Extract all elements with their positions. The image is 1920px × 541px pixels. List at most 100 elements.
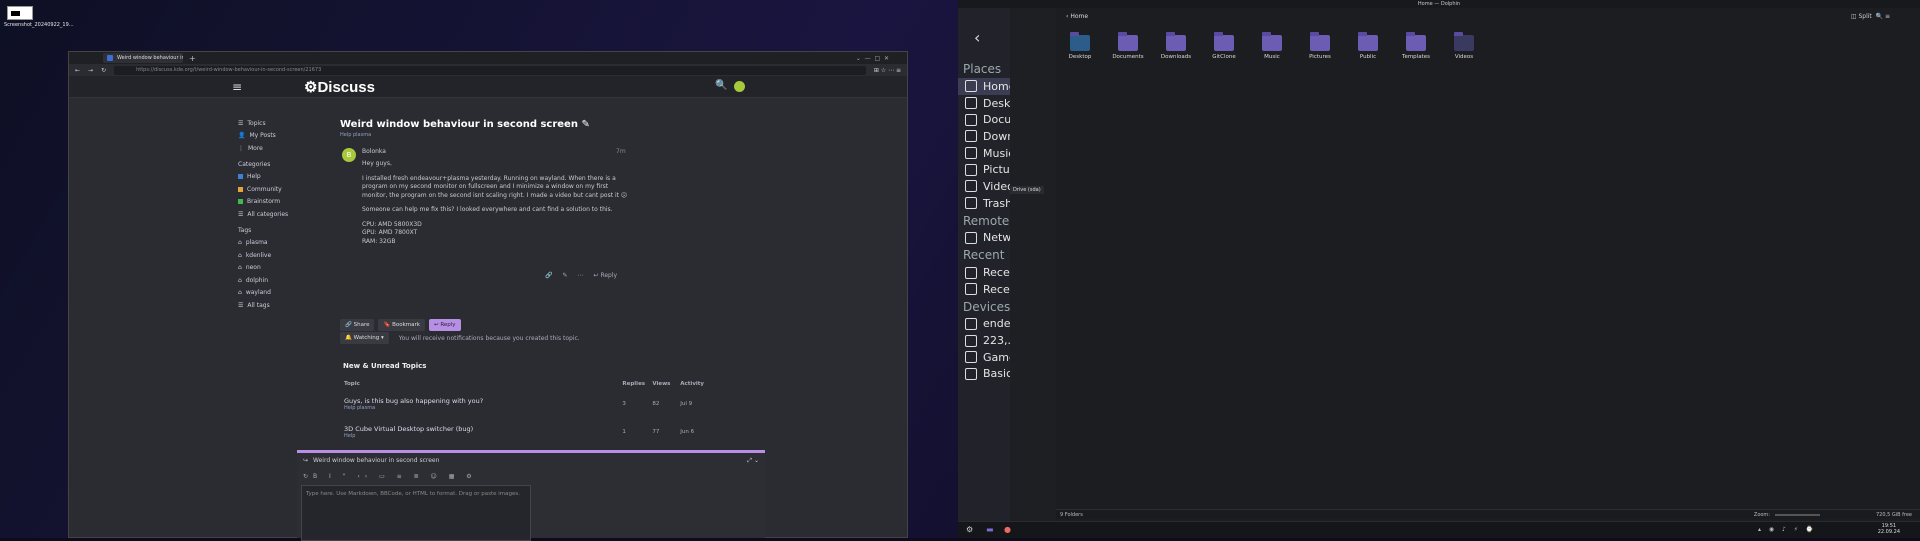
- folder-item[interactable]: GitClone: [1204, 32, 1244, 60]
- link-icon[interactable]: 🔗: [545, 272, 552, 279]
- sidebar-all-tags[interactable]: ☰ All tags: [235, 299, 335, 312]
- reply-to-icon[interactable]: ↪: [303, 457, 308, 464]
- forward-icon[interactable]: →: [88, 67, 93, 74]
- place-home[interactable]: Home: [958, 78, 1010, 95]
- post-reply-button[interactable]: ↩ Reply: [594, 272, 618, 279]
- row-title[interactable]: Guys, is this bug also happening with yo…: [344, 397, 622, 405]
- place-recent-files[interactable]: Recent Files: [958, 264, 1010, 281]
- app-launcher-icon[interactable]: ⚙: [966, 525, 973, 534]
- sidebar-tags-heading[interactable]: Tags: [235, 224, 335, 237]
- place-videos[interactable]: Videos: [958, 178, 1010, 195]
- status-folder-count: 9 Folders: [1060, 512, 1083, 518]
- home-icon: [965, 80, 977, 93]
- back-icon[interactable]: ←: [75, 67, 80, 74]
- folder-icon: [1214, 32, 1234, 51]
- col-topic[interactable]: Topic: [344, 378, 622, 390]
- place-pictures[interactable]: Pictures: [958, 161, 1010, 178]
- more-actions-icon[interactable]: ⋯: [578, 272, 584, 279]
- reload-icon[interactable]: ↻: [101, 67, 106, 74]
- folder-item[interactable]: Videos: [1444, 32, 1484, 60]
- extensions-icon[interactable]: ⊞ ☆ ⋯ ≡: [874, 67, 901, 74]
- sidebar-tag[interactable]: ⌂ plasma: [235, 237, 335, 250]
- device-item[interactable]: endeavouros: [958, 316, 1010, 333]
- watching-dropdown[interactable]: 🔔 Watching ▾: [340, 332, 389, 344]
- editor-textarea[interactable]: Type here. Use Markdown, BBCode, or HTML…: [301, 485, 531, 541]
- post-author-avatar[interactable]: B: [342, 148, 356, 162]
- desktop-folder-icon: [1070, 32, 1090, 51]
- new-tab-icon[interactable]: +: [189, 54, 196, 63]
- table-row[interactable]: 3D Cube Virtual Desktop switcher (bug) He…: [344, 418, 704, 446]
- drive-tooltip: Drive (sda): [1010, 186, 1044, 194]
- sidebar-item-more[interactable]: ⋮ More: [235, 142, 335, 155]
- table-row[interactable]: Guys, is this bug also happening with yo…: [344, 390, 704, 418]
- sidebar-tag[interactable]: ⌂ neon: [235, 262, 335, 275]
- sidebar-category-brainstorm[interactable]: Brainstorm: [235, 196, 335, 209]
- device-item[interactable]: Basic...: [958, 366, 1010, 383]
- post-author-name[interactable]: Bolonka: [362, 148, 386, 155]
- row-tags[interactable]: Help: [344, 433, 622, 439]
- col-replies[interactable]: Replies: [622, 378, 652, 390]
- zoom-slider[interactable]: [1775, 514, 1820, 516]
- sidebar-item-my-posts[interactable]: 👤 My Posts: [235, 130, 335, 143]
- col-activity[interactable]: Activity: [680, 378, 704, 390]
- clock[interactable]: 19:51 22.09.24: [1878, 523, 1900, 535]
- folder-item[interactable]: Documents: [1108, 32, 1148, 60]
- row-tags[interactable]: Help plasma: [344, 405, 622, 411]
- folder-item[interactable]: Pictures: [1300, 32, 1340, 60]
- sidebar-item-topics[interactable]: ☰ Topics: [235, 117, 335, 130]
- editor-toolbar[interactable]: ↻B I " ‹› ▭ ≡ ≣ ☺ ▦ ⚙: [303, 473, 477, 480]
- row-title[interactable]: 3D Cube Virtual Desktop switcher (bug): [344, 425, 622, 433]
- folder-item[interactable]: Templates: [1396, 32, 1436, 60]
- browser-tab-active[interactable]: Weird window behaviour in s...: [103, 53, 183, 63]
- folder-item[interactable]: Downloads: [1156, 32, 1196, 60]
- share-button[interactable]: 🔗 Share: [340, 319, 375, 331]
- reply-button[interactable]: ↩ Reply: [428, 319, 461, 331]
- place-documents[interactable]: Documents: [958, 111, 1010, 128]
- edit-post-icon[interactable]: ✎: [562, 272, 567, 279]
- place-music[interactable]: Music: [958, 145, 1010, 162]
- user-avatar[interactable]: [734, 81, 745, 92]
- sidebar-all-categories[interactable]: ☰ All categories: [235, 208, 335, 221]
- edit-icon[interactable]: ✎: [581, 119, 589, 130]
- place-downloads[interactable]: Downloads: [958, 128, 1010, 145]
- folder-item[interactable]: Public: [1348, 32, 1388, 60]
- folder-item[interactable]: Desktop: [1060, 32, 1100, 60]
- place-trash[interactable]: Trash: [958, 195, 1010, 212]
- breadcrumb[interactable]: ‹ Home: [1066, 13, 1088, 20]
- sidebar-tag[interactable]: ⌂ dolphin: [235, 274, 335, 287]
- place-network[interactable]: Network: [958, 230, 1010, 247]
- col-views[interactable]: Views: [652, 378, 680, 390]
- device-item[interactable]: 223,...: [958, 332, 1010, 349]
- split-button[interactable]: ◫ Split 🔍 ≡: [1851, 13, 1890, 20]
- folder-item[interactable]: Music: [1252, 32, 1292, 60]
- url-bar[interactable]: https://discuss.kde.org/t/weird-window-b…: [114, 65, 866, 75]
- remote-heading: Remote: [963, 213, 1010, 228]
- taskbar: ⚙ ▬ ● ▴ ◉ ♪ ⚡ ⌚ 19:51 22.09.24: [958, 521, 1920, 538]
- composer-title: Weird window behaviour in second screen: [313, 457, 440, 464]
- search-icon[interactable]: 🔍: [715, 80, 727, 91]
- firefox-task-icon[interactable]: ●: [1004, 525, 1011, 534]
- tag-icon: ⌂: [238, 251, 242, 259]
- topic-category-tags[interactable]: Help plasma: [340, 132, 640, 138]
- sidebar-category-community[interactable]: Community: [235, 183, 335, 196]
- place-desktop[interactable]: Desktop: [958, 95, 1010, 112]
- dolphin-task-icon[interactable]: ▬: [986, 525, 994, 534]
- sidebar-category-help[interactable]: Help: [235, 171, 335, 184]
- place-recent-locations[interactable]: Recent Locations: [958, 281, 1010, 298]
- free-space: 720,5 GiB free: [1875, 512, 1912, 518]
- sidebar-categories-heading[interactable]: Categories: [235, 158, 335, 171]
- composer-window-icon[interactable]: ⤢ ⌄: [747, 457, 759, 465]
- sidebar-tag[interactable]: ⌂ wayland: [235, 287, 335, 300]
- menu-icon[interactable]: ≡: [232, 80, 242, 94]
- window-controls-icon[interactable]: ⌄ — □ ✕: [856, 55, 889, 62]
- folder-icon: [1358, 32, 1378, 51]
- post-age[interactable]: 7m: [616, 148, 626, 155]
- desktop-file-screenshot[interactable]: Screenshot_20240922_19...: [4, 6, 74, 28]
- post-paragraph: RAM: 32GB: [362, 237, 396, 245]
- bookmark-button[interactable]: 🔖 Bookmark: [378, 319, 425, 331]
- system-tray-icons[interactable]: ▴ ◉ ♪ ⚡ ⌚: [1758, 526, 1816, 533]
- sidebar-tag[interactable]: ⌂ kdenlive: [235, 249, 335, 262]
- site-logo[interactable]: ⚙Discuss: [304, 78, 375, 96]
- device-item[interactable]: Games: [958, 349, 1010, 366]
- back-arrow-icon[interactable]: ‹: [974, 28, 980, 47]
